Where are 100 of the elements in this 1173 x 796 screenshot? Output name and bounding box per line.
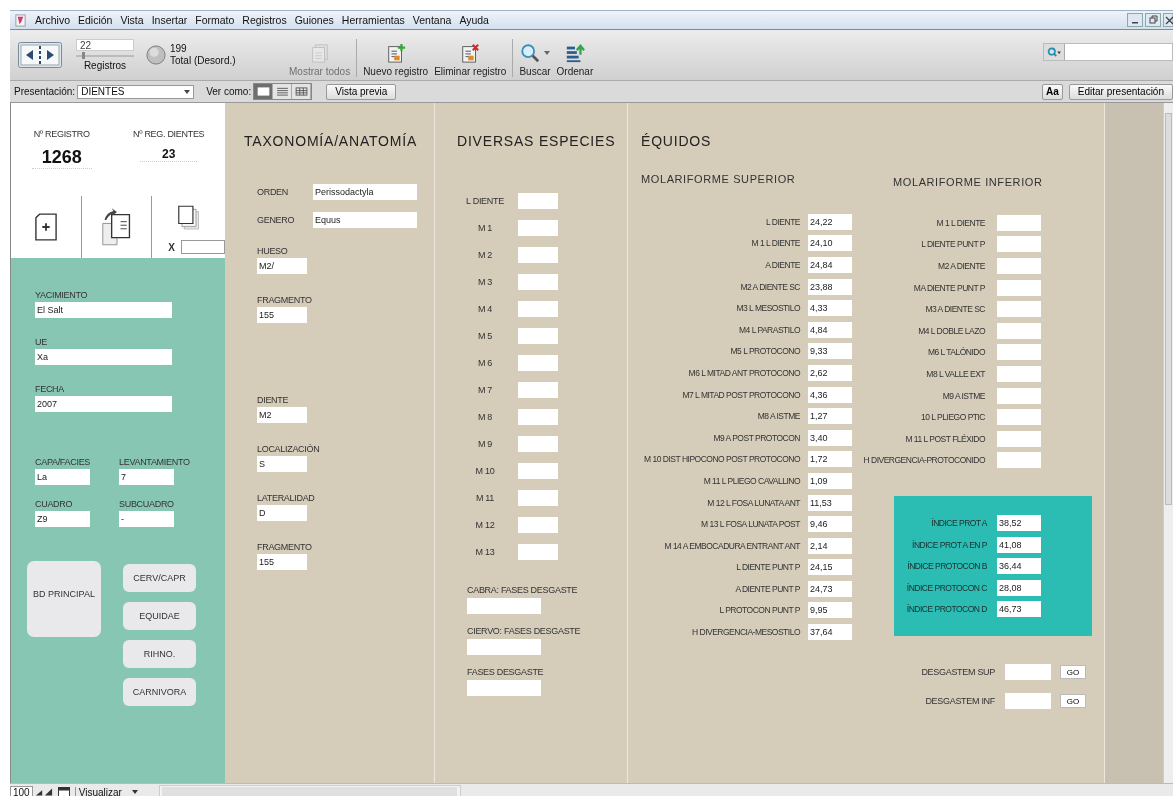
text-field[interactable]: S <box>257 456 307 472</box>
text-field[interactable] <box>1005 664 1051 681</box>
text-field[interactable] <box>518 219 558 236</box>
layout-dropdown[interactable]: DIENTES <box>77 84 195 99</box>
close-icon[interactable] <box>1163 13 1173 27</box>
text-field[interactable]: 9,46 <box>808 516 852 533</box>
zoom-level[interactable]: 100 <box>10 785 33 796</box>
text-field[interactable]: 37,64 <box>808 624 852 641</box>
form-view-button[interactable] <box>254 84 274 99</box>
text-field[interactable] <box>997 301 1041 318</box>
text-field[interactable]: M2 <box>257 407 307 423</box>
text-field[interactable] <box>1005 693 1051 710</box>
text-field[interactable] <box>467 680 541 696</box>
text-field[interactable] <box>518 462 558 479</box>
text-field[interactable] <box>997 214 1041 231</box>
text-field[interactable] <box>518 543 558 560</box>
text-field[interactable]: 46,73 <box>997 601 1041 618</box>
menu-item[interactable]: Registros <box>238 14 291 26</box>
text-field[interactable]: Equus <box>313 212 417 228</box>
text-field[interactable]: 2007 <box>35 396 172 412</box>
menu-item[interactable]: Insertar <box>147 14 192 26</box>
minimize-icon[interactable] <box>1127 13 1143 27</box>
text-field[interactable] <box>518 381 558 398</box>
menu-item[interactable]: Ayuda <box>455 14 493 26</box>
menu-item[interactable]: Archivo <box>31 14 74 26</box>
copies-icon[interactable] <box>177 204 200 232</box>
text-field[interactable]: 1,72 <box>808 451 852 468</box>
sort-button[interactable]: Ordenar <box>553 43 597 77</box>
text-field[interactable] <box>997 344 1041 361</box>
text-field[interactable]: 4,84 <box>808 321 852 338</box>
text-field[interactable]: 1,27 <box>808 408 852 425</box>
text-field[interactable]: 23,88 <box>808 278 852 295</box>
text-field[interactable]: 155 <box>257 307 307 323</box>
text-field[interactable]: Z9 <box>35 511 90 527</box>
text-field[interactable] <box>997 387 1041 404</box>
menu-item[interactable]: Herramientas <box>337 14 409 26</box>
text-field[interactable] <box>997 258 1041 274</box>
nav-button[interactable]: RIHNO. <box>123 640 196 668</box>
search-field[interactable] <box>1043 43 1173 61</box>
text-field[interactable] <box>518 354 558 371</box>
text-field[interactable] <box>518 327 558 344</box>
horizontal-scrollbar[interactable] <box>158 785 461 796</box>
text-field[interactable] <box>518 408 558 425</box>
text-field[interactable] <box>997 365 1041 382</box>
book-icon[interactable] <box>18 42 62 68</box>
text-field[interactable]: 11,53 <box>808 494 852 511</box>
delete-button[interactable]: Eliminar registro <box>431 43 510 77</box>
text-field[interactable]: - <box>119 511 174 527</box>
text-field[interactable]: 24,84 <box>808 257 852 273</box>
new-document-icon[interactable] <box>34 213 57 241</box>
text-field[interactable]: 28,08 <box>997 579 1041 596</box>
nav-button[interactable]: CERV/CAPR <box>123 564 196 592</box>
text-field[interactable]: La <box>35 469 90 485</box>
text-field[interactable]: D <box>257 505 307 521</box>
menu-item[interactable]: Guiones <box>290 14 338 26</box>
text-field[interactable]: Xa <box>35 349 172 365</box>
text-field[interactable]: 9,95 <box>808 602 852 619</box>
text-field[interactable] <box>997 452 1041 469</box>
text-field[interactable] <box>518 516 558 533</box>
list-view-button[interactable] <box>273 84 293 99</box>
record-number-field[interactable]: 22 <box>76 39 134 51</box>
text-field[interactable]: 2,14 <box>808 537 852 554</box>
menu-item[interactable]: Vista <box>116 14 148 26</box>
text-field[interactable]: 24,15 <box>808 559 852 576</box>
go-button[interactable]: GO <box>1060 694 1086 709</box>
search-icon[interactable] <box>1046 46 1062 58</box>
text-field[interactable] <box>518 246 558 263</box>
mode-dropdown[interactable]: Visualizar <box>74 786 145 796</box>
text-field[interactable] <box>997 279 1041 296</box>
text-field[interactable] <box>997 430 1041 447</box>
text-field[interactable]: 41,08 <box>997 536 1041 553</box>
new-button[interactable]: Nuevo registro <box>360 43 432 77</box>
text-field[interactable] <box>997 409 1041 426</box>
text-field[interactable]: 24,22 <box>808 213 852 230</box>
text-field[interactable] <box>518 300 558 317</box>
edit-layout-button[interactable]: Editar presentación <box>1068 83 1173 100</box>
text-field[interactable]: 24,73 <box>808 580 852 597</box>
find-button[interactable]: Buscar <box>516 43 554 77</box>
font-size-button[interactable]: Aa <box>1042 83 1063 100</box>
preview-button[interactable]: Vista previa <box>326 83 397 100</box>
text-field[interactable] <box>997 236 1041 253</box>
text-field[interactable]: 1,09 <box>808 472 852 489</box>
text-field[interactable] <box>518 273 558 290</box>
table-view-button[interactable] <box>292 84 312 99</box>
text-field[interactable]: 155 <box>257 554 307 570</box>
main-database-button[interactable]: BD PRINCIPAL <box>27 561 101 637</box>
vertical-scrollbar[interactable] <box>1163 103 1173 783</box>
text-field[interactable]: 24,10 <box>808 235 852 252</box>
text-field[interactable]: 38,52 <box>997 514 1041 531</box>
text-field[interactable]: M2/ <box>257 258 307 274</box>
text-field[interactable]: 3,40 <box>808 429 852 446</box>
nav-button[interactable]: CARNIVORA <box>123 678 196 706</box>
copies-field[interactable] <box>181 240 225 254</box>
menu-item[interactable]: Ventana <box>408 14 456 26</box>
text-field[interactable] <box>997 322 1041 339</box>
menu-item[interactable]: Edición <box>74 14 117 26</box>
text-field[interactable] <box>467 639 541 655</box>
text-field[interactable]: 4,36 <box>808 386 852 403</box>
nav-button[interactable]: EQUIDAE <box>123 602 196 630</box>
text-field[interactable] <box>518 192 558 209</box>
